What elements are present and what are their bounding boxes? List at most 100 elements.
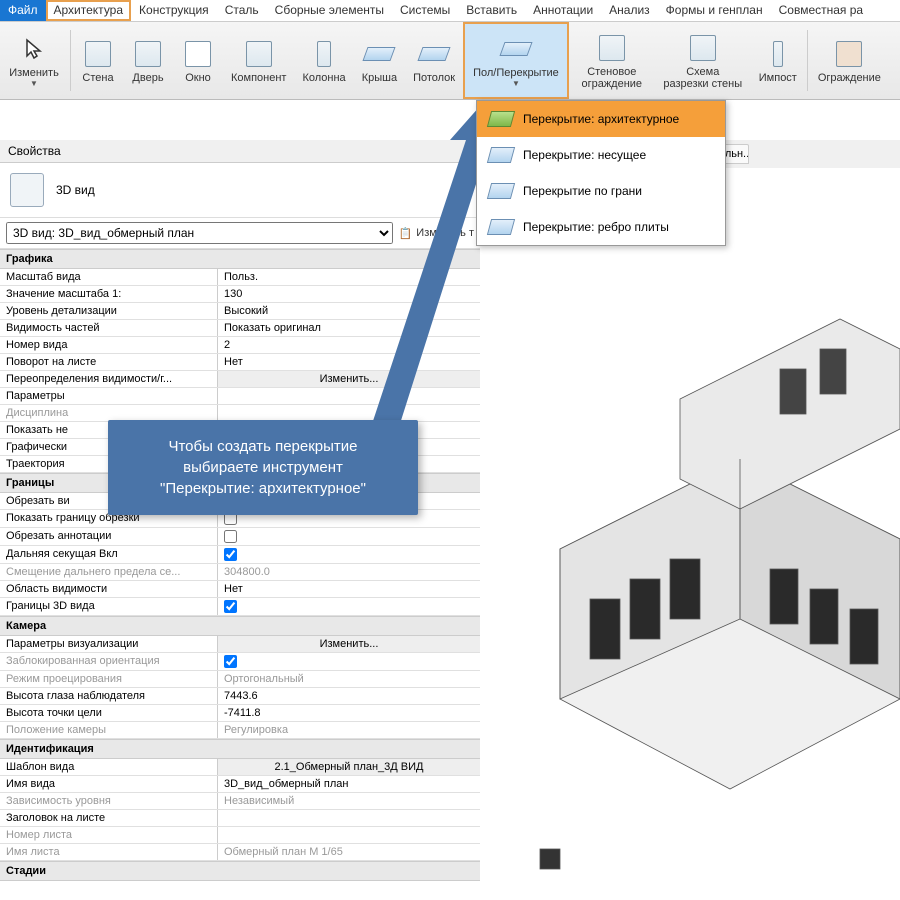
prop-value[interactable]: Нет: [218, 581, 480, 597]
prop-value[interactable]: 3D_вид_обмерный план: [218, 776, 480, 792]
prop-value[interactable]: 7443.6: [218, 688, 480, 704]
prop-value[interactable]: Изменить...: [218, 636, 480, 652]
railing-icon: [833, 38, 865, 70]
ribbon-column[interactable]: Колонна: [294, 22, 353, 99]
prop-label: Параметры визуализации: [0, 636, 218, 652]
menubar: Файл Архитектура Конструкция Сталь Сборн…: [0, 0, 900, 22]
slab-edge-icon: [487, 219, 515, 235]
ribbon-curtain-wall[interactable]: Стеновое ограждение: [569, 22, 655, 99]
prop-group-header[interactable]: Идентификация: [0, 739, 480, 759]
prop-row: Зависимость уровняНезависимый: [0, 793, 480, 810]
menu-systems[interactable]: Системы: [392, 0, 458, 21]
menu-massing[interactable]: Формы и генплан: [658, 0, 771, 21]
ribbon-component[interactable]: Компонент: [223, 22, 294, 99]
dd-slab-edge[interactable]: Перекрытие: ребро плиты: [477, 209, 725, 245]
prop-value[interactable]: -7411.8: [218, 705, 480, 721]
prop-group-header[interactable]: Стадии: [0, 861, 480, 881]
floor-struct-icon: [487, 147, 515, 163]
cursor-icon: [18, 33, 50, 65]
dd-floor-structural[interactable]: Перекрытие: несущее: [477, 137, 725, 173]
prop-label: Режим проецирования: [0, 671, 218, 687]
prop-label: Шаблон вида: [0, 759, 218, 775]
prop-checkbox[interactable]: [224, 530, 237, 543]
column-icon: [308, 38, 340, 70]
menu-analyze[interactable]: Анализ: [601, 0, 658, 21]
prop-value[interactable]: [218, 827, 480, 843]
prop-label: Дисциплина: [0, 405, 218, 421]
prop-checkbox[interactable]: [224, 600, 237, 613]
roof-icon: [363, 38, 395, 70]
prop-checkbox[interactable]: [224, 655, 237, 668]
ribbon-window[interactable]: Окно: [173, 22, 223, 99]
prop-value[interactable]: Ортогональный: [218, 671, 480, 687]
prop-value[interactable]: [218, 653, 480, 670]
floor-dropdown: Перекрытие: архитектурное Перекрытие: не…: [476, 100, 726, 246]
prop-row: Обрезать аннотации: [0, 528, 480, 546]
prop-label: Переопределения видимости/г...: [0, 371, 218, 387]
menu-collab[interactable]: Совместная ра: [771, 0, 871, 21]
prop-label: Высота глаза наблюдателя: [0, 688, 218, 704]
wall-icon: [82, 38, 114, 70]
menu-file[interactable]: Файл: [0, 0, 46, 21]
prop-value[interactable]: [218, 528, 480, 545]
prop-value[interactable]: [218, 810, 480, 826]
tutorial-callout: Чтобы создать перекрытие выбираете инстр…: [108, 420, 418, 515]
prop-value[interactable]: 304800.0: [218, 564, 480, 580]
prop-label: Дальняя секущая Вкл: [0, 546, 218, 563]
window-icon: [182, 38, 214, 70]
menu-structure[interactable]: Конструкция: [131, 0, 217, 21]
prop-value[interactable]: [218, 546, 480, 563]
dd-floor-by-face[interactable]: Перекрытие по грани: [477, 173, 725, 209]
viewport-3d[interactable]: [480, 168, 900, 900]
ribbon-ceiling[interactable]: Потолок: [405, 22, 463, 99]
prop-label: Значение масштаба 1:: [0, 286, 218, 302]
prop-label: Заголовок на листе: [0, 810, 218, 826]
menu-architecture[interactable]: Архитектура: [46, 0, 132, 21]
prop-value[interactable]: Регулировка: [218, 722, 480, 738]
ribbon-door[interactable]: Дверь: [123, 22, 173, 99]
prop-row: Параметры визуализацииИзменить...: [0, 636, 480, 653]
menu-annotate[interactable]: Аннотации: [525, 0, 601, 21]
prop-row: Высота глаза наблюдателя7443.6: [0, 688, 480, 705]
prop-row: Положение камерыРегулировка: [0, 722, 480, 739]
dd-floor-architectural[interactable]: Перекрытие: архитектурное: [477, 101, 725, 137]
prop-label: Заблокированная ориентация: [0, 653, 218, 670]
ribbon-floor[interactable]: Пол/Перекрытие ▼: [463, 22, 569, 99]
ribbon-modify[interactable]: Изменить ▼: [0, 22, 68, 99]
prop-label: Обрезать аннотации: [0, 528, 218, 545]
menu-insert[interactable]: Вставить: [458, 0, 525, 21]
chevron-down-icon: ▼: [30, 79, 38, 88]
prop-label: Номер вида: [0, 337, 218, 353]
prop-row: Заблокированная ориентация: [0, 653, 480, 671]
prop-value[interactable]: Независимый: [218, 793, 480, 809]
door-icon: [132, 38, 164, 70]
prop-label: Имя листа: [0, 844, 218, 860]
view-type-icon: [10, 173, 44, 207]
ribbon-curtain-grid[interactable]: Схема разрезки стены: [655, 22, 751, 99]
menu-steel[interactable]: Сталь: [217, 0, 267, 21]
prop-row: Дальняя секущая Вкл: [0, 546, 480, 564]
prop-value[interactable]: [218, 598, 480, 615]
floor-arch-icon: [487, 111, 515, 127]
prop-label: Зависимость уровня: [0, 793, 218, 809]
curtain-wall-icon: [596, 32, 628, 64]
floor-icon: [500, 33, 532, 65]
prop-value[interactable]: Обмерный план М 1/65: [218, 844, 480, 860]
ribbon-roof[interactable]: Крыша: [354, 22, 405, 99]
ribbon-railing[interactable]: Ограждение: [810, 22, 889, 99]
prop-row: Режим проецированияОртогональный: [0, 671, 480, 688]
ribbon-mullion[interactable]: Импост: [751, 22, 805, 99]
prop-label: Имя вида: [0, 776, 218, 792]
component-icon: [243, 38, 275, 70]
ribbon-wall[interactable]: Стена: [73, 22, 123, 99]
prop-group-header[interactable]: Камера: [0, 616, 480, 636]
prop-value[interactable]: 2.1_Обмерный план_3Д ВИД: [218, 759, 480, 775]
prop-row: Имя вида3D_вид_обмерный план: [0, 776, 480, 793]
prop-label: Границы 3D вида: [0, 598, 218, 615]
prop-label: Поворот на листе: [0, 354, 218, 370]
prop-label: Видимость частей: [0, 320, 218, 336]
prop-row: Высота точки цели-7411.8: [0, 705, 480, 722]
prop-checkbox[interactable]: [224, 548, 237, 561]
prop-label: Масштаб вида: [0, 269, 218, 285]
menu-precast[interactable]: Сборные элементы: [267, 0, 392, 21]
